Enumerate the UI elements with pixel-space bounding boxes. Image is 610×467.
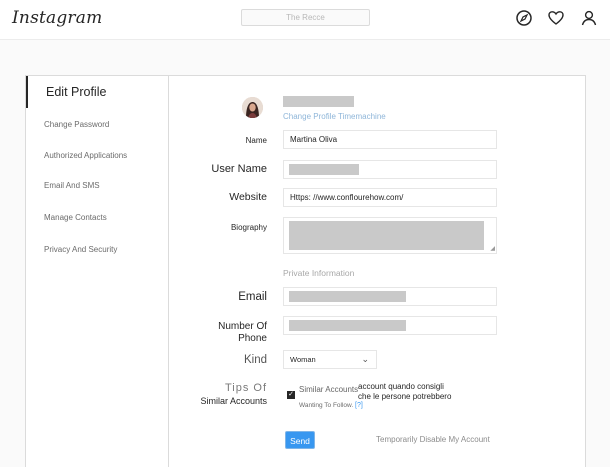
username-value-redacted: [289, 164, 359, 175]
top-navigation-bar: Instagram The Recce: [0, 0, 610, 40]
avatar[interactable]: [242, 97, 263, 118]
similar-accounts-label: Similar Accounts: [200, 396, 267, 406]
biography-label: Biography: [230, 223, 267, 232]
resize-handle-icon[interactable]: ◢: [490, 246, 495, 252]
search-input[interactable]: The Recce: [241, 9, 370, 26]
phone-field[interactable]: [283, 316, 497, 335]
sidebar-item-edit-profile[interactable]: Edit Profile: [26, 76, 168, 108]
gender-label: Kind: [243, 354, 267, 366]
chevron-down-icon: ⌄: [361, 354, 369, 364]
similar-accounts-checkbox[interactable]: ✓: [287, 391, 295, 399]
heart-icon[interactable]: [547, 9, 565, 27]
email-label: Email: [238, 291, 267, 303]
sidebar-item-change-password[interactable]: Change Password: [44, 120, 109, 129]
wanting-text: Wanting To Follow.: [299, 402, 354, 409]
username-field[interactable]: [283, 160, 497, 179]
name-label: Name: [245, 136, 267, 145]
biography-field[interactable]: ◢: [283, 217, 497, 254]
edit-profile-form: Change Profile Timemachine Name Martina …: [169, 76, 587, 467]
website-label: Website: [229, 191, 267, 203]
biography-value-redacted: [289, 221, 484, 250]
settings-card: Edit Profile Change Password Authorized …: [25, 75, 586, 467]
sidebar-item-email-sms[interactable]: Email And SMS: [44, 181, 100, 190]
similar-accounts-heading: Tips Of: [224, 382, 267, 394]
website-field[interactable]: Https: //www.conflourehow.com/: [283, 188, 497, 207]
settings-sidebar: Edit Profile Change Password Authorized …: [26, 76, 169, 467]
wanting-to-follow-text: Wanting To Follow. [?]: [299, 402, 363, 409]
gender-select[interactable]: Woman ⌄: [283, 350, 377, 369]
consent-line-1: account quando consigli: [358, 382, 444, 391]
phone-label: Number Of Phone: [218, 321, 267, 344]
email-value-redacted: [289, 291, 406, 302]
send-button[interactable]: Send: [285, 431, 315, 449]
email-field[interactable]: [283, 287, 497, 306]
username-redacted: [283, 96, 354, 107]
sidebar-item-privacy-security[interactable]: Privacy And Security: [44, 245, 117, 254]
username-label: User Name: [211, 163, 267, 175]
sidebar-item-authorized-applications[interactable]: Authorized Applications: [44, 151, 127, 160]
change-profile-photo-link[interactable]: Change Profile Timemachine: [283, 112, 386, 121]
gender-select-value: Woman: [290, 355, 316, 364]
avatar-photo: [242, 97, 263, 118]
profile-icon[interactable]: [580, 9, 598, 27]
sidebar-item-manage-contacts[interactable]: Manage Contacts: [44, 213, 107, 222]
disable-account-link[interactable]: Temporarily Disable My Account: [376, 435, 490, 444]
similar-accounts-checkbox-label: Similar Accounts: [299, 385, 359, 394]
private-information-heading: Private Information: [283, 268, 355, 278]
name-field[interactable]: Martina Oliva: [283, 130, 497, 149]
similar-accounts-description: account quando consigli che le persone p…: [358, 382, 451, 401]
help-link[interactable]: [?]: [355, 402, 363, 409]
consent-line-2: che le persone potrebbero: [358, 391, 452, 401]
instagram-logo[interactable]: Instagram: [12, 8, 102, 28]
compass-icon[interactable]: [515, 9, 533, 27]
phone-value-redacted: [289, 320, 406, 331]
